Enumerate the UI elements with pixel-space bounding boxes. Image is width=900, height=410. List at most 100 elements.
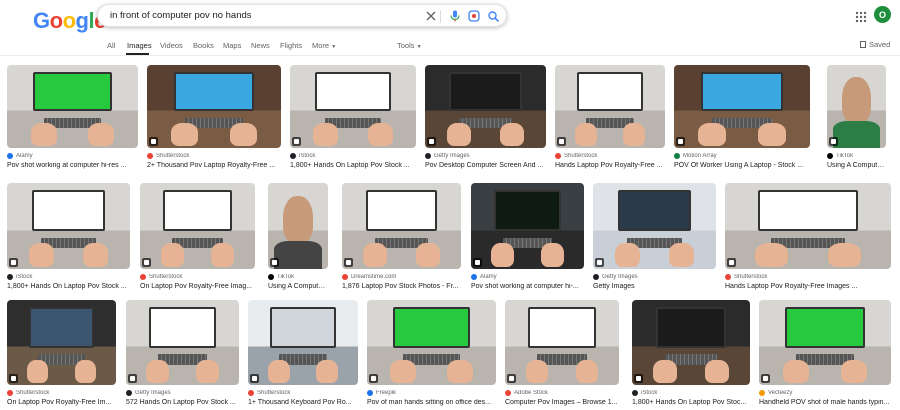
image-result-card[interactable]: Shutterstock 2+ Thousand Pov Laptop Royal… xyxy=(147,65,281,169)
result-caption[interactable]: On Laptop Pov Royalty-Free Imag... xyxy=(140,283,255,290)
image-thumbnail[interactable] xyxy=(674,65,810,148)
result-source[interactable]: Getty Images xyxy=(425,153,546,159)
image-result-card[interactable]: TikTok Using A Computer ... xyxy=(827,65,886,169)
result-caption[interactable]: Pov Desktop Computer Screen And ... xyxy=(425,162,546,169)
image-result-card[interactable]: Shutterstock Hands Laptop Pov Royalty-Fre… xyxy=(725,183,891,290)
result-caption[interactable]: 1,800+ Hands On Laptop Pov Stock ... xyxy=(290,162,416,169)
image-result-card[interactable]: iStock 1,800+ Hands On Laptop Pov Stock .… xyxy=(7,183,130,290)
result-source[interactable]: Alamy xyxy=(7,153,138,159)
result-caption[interactable]: 1+ Thousand Keyboard Pov Ro... xyxy=(248,399,358,406)
search-box[interactable]: in front of computer pov no hands xyxy=(97,4,507,27)
image-thumbnail[interactable] xyxy=(147,65,281,148)
result-source[interactable]: Alamy xyxy=(471,274,584,280)
result-caption[interactable]: On Laptop Pov Royalty-Free Im... xyxy=(7,399,116,406)
clear-icon[interactable] xyxy=(424,9,438,23)
result-caption[interactable]: Getty Images xyxy=(593,283,716,290)
result-caption[interactable]: Hands Laptop Pov Royalty-Free ... xyxy=(555,162,665,169)
result-source[interactable]: TikTok xyxy=(827,153,886,159)
image-result-card[interactable]: TikTok Using A Computer ... xyxy=(268,183,328,290)
image-result-card[interactable]: Alamy Pov shot working at computer hi-res… xyxy=(7,65,138,169)
image-thumbnail[interactable] xyxy=(471,183,584,269)
image-result-card[interactable]: Vecteezy Handheld POV shot of male hands … xyxy=(759,300,891,406)
image-result-card[interactable]: Freepik Pov of man hands sitting on offic… xyxy=(367,300,496,406)
image-result-card[interactable]: Getty Images Getty Images xyxy=(593,183,716,290)
result-source[interactable]: Dreamstime.com xyxy=(342,274,461,280)
tab-maps[interactable]: Maps xyxy=(223,41,241,50)
tab-flights[interactable]: Flights xyxy=(280,41,302,50)
image-thumbnail[interactable] xyxy=(290,65,416,148)
result-source[interactable]: iStock xyxy=(290,153,416,159)
image-thumbnail[interactable] xyxy=(555,65,665,148)
image-result-card[interactable]: Adobe Stock Computer Pov Images – Browse … xyxy=(505,300,619,406)
result-source[interactable]: Shutterstock xyxy=(140,274,255,280)
image-thumbnail[interactable] xyxy=(593,183,716,269)
result-source[interactable]: Getty Images xyxy=(593,274,716,280)
image-result-card[interactable]: Getty Images Pov Desktop Computer Screen … xyxy=(425,65,546,169)
result-caption[interactable]: 1,876 Laptop Pov Stock Photos - Fr... xyxy=(342,283,461,290)
result-caption[interactable]: Pov of man hands sitting on office des..… xyxy=(367,399,496,406)
result-source[interactable]: Shutterstock xyxy=(248,390,358,396)
result-caption[interactable]: Hands Laptop Pov Royalty-Free Images ... xyxy=(725,283,891,290)
image-result-card[interactable]: Getty Images 572 Hands On Laptop Pov Stoc… xyxy=(126,300,239,406)
image-result-card[interactable]: Shutterstock Hands Laptop Pov Royalty-Fre… xyxy=(555,65,665,169)
tab-tools[interactable]: Tools ▼ xyxy=(397,41,422,50)
image-thumbnail[interactable] xyxy=(7,300,116,385)
result-caption[interactable]: 572 Hands On Laptop Pov Stock ... xyxy=(126,399,239,406)
image-result-card[interactable]: Shutterstock On Laptop Pov Royalty-Free I… xyxy=(7,300,116,406)
image-thumbnail[interactable] xyxy=(140,183,255,269)
image-result-card[interactable]: iStock 1,800+ Hands On Laptop Pov Stock .… xyxy=(290,65,416,169)
image-thumbnail[interactable] xyxy=(7,183,130,269)
image-result-card[interactable]: iStock 1,800+ Hands On Laptop Pov Stoc... xyxy=(632,300,750,406)
tab-videos[interactable]: Videos xyxy=(160,41,183,50)
tab-news[interactable]: News xyxy=(251,41,270,50)
lens-icon[interactable] xyxy=(467,9,481,23)
result-caption[interactable]: Pov shot working at computer hi-res ... xyxy=(7,162,138,169)
result-caption[interactable]: 2+ Thousand Pov Laptop Royalty-Free ... xyxy=(147,162,281,169)
image-thumbnail[interactable] xyxy=(759,300,891,385)
search-input[interactable]: in front of computer pov no hands xyxy=(110,10,252,21)
image-result-card[interactable]: Shutterstock On Laptop Pov Royalty-Free I… xyxy=(140,183,255,290)
result-source[interactable]: Freepik xyxy=(367,390,496,396)
image-thumbnail[interactable] xyxy=(126,300,239,385)
avatar[interactable]: O xyxy=(874,6,891,23)
search-icon[interactable] xyxy=(486,9,500,23)
result-caption[interactable]: POV Of Worker Using A Laptop - Stock ... xyxy=(674,162,810,169)
result-caption[interactable]: Computer Pov Images – Browse 1... xyxy=(505,399,619,406)
image-thumbnail[interactable] xyxy=(268,183,328,269)
result-caption[interactable]: Using A Computer ... xyxy=(268,283,328,290)
result-caption[interactable]: 1,800+ Hands On Laptop Pov Stock ... xyxy=(7,283,130,290)
result-source[interactable]: Shutterstock xyxy=(7,390,116,396)
image-result-card[interactable]: Shutterstock 1+ Thousand Keyboard Pov Ro.… xyxy=(248,300,358,406)
saved-link[interactable]: Saved xyxy=(860,40,890,49)
result-source[interactable]: Getty Images xyxy=(126,390,239,396)
result-source[interactable]: TikTok xyxy=(268,274,328,280)
result-source[interactable]: Motion Array xyxy=(674,153,810,159)
tab-more[interactable]: More ▼ xyxy=(312,41,336,50)
image-result-card[interactable]: Dreamstime.com 1,876 Laptop Pov Stock Pho… xyxy=(342,183,461,290)
result-caption[interactable]: Pov shot working at computer hi-... xyxy=(471,283,584,290)
image-thumbnail[interactable] xyxy=(827,65,886,148)
result-source[interactable]: Adobe Stock xyxy=(505,390,619,396)
tab-books[interactable]: Books xyxy=(193,41,214,50)
result-caption[interactable]: 1,800+ Hands On Laptop Pov Stoc... xyxy=(632,399,750,406)
google-logo[interactable]: Google xyxy=(33,8,106,34)
result-source[interactable]: iStock xyxy=(7,274,130,280)
image-thumbnail[interactable] xyxy=(342,183,461,269)
result-caption[interactable]: Handheld POV shot of male hands typin... xyxy=(759,399,891,406)
image-thumbnail[interactable] xyxy=(425,65,546,148)
image-thumbnail[interactable] xyxy=(248,300,358,385)
image-thumbnail[interactable] xyxy=(725,183,891,269)
result-source[interactable]: Vecteezy xyxy=(759,390,891,396)
image-thumbnail[interactable] xyxy=(367,300,496,385)
image-result-card[interactable]: Alamy Pov shot working at computer hi-... xyxy=(471,183,584,290)
result-source[interactable]: Shutterstock xyxy=(555,153,665,159)
mic-icon[interactable] xyxy=(448,9,462,23)
image-result-card[interactable]: Motion Array POV Of Worker Using A Laptop… xyxy=(674,65,810,169)
apps-icon[interactable] xyxy=(855,10,867,23)
tab-images[interactable]: Images xyxy=(127,41,152,50)
result-source[interactable]: Shutterstock xyxy=(725,274,891,280)
result-caption[interactable]: Using A Computer ... xyxy=(827,162,886,169)
image-thumbnail[interactable] xyxy=(7,65,138,148)
tab-all[interactable]: All xyxy=(107,41,115,50)
result-source[interactable]: Shutterstock xyxy=(147,153,281,159)
